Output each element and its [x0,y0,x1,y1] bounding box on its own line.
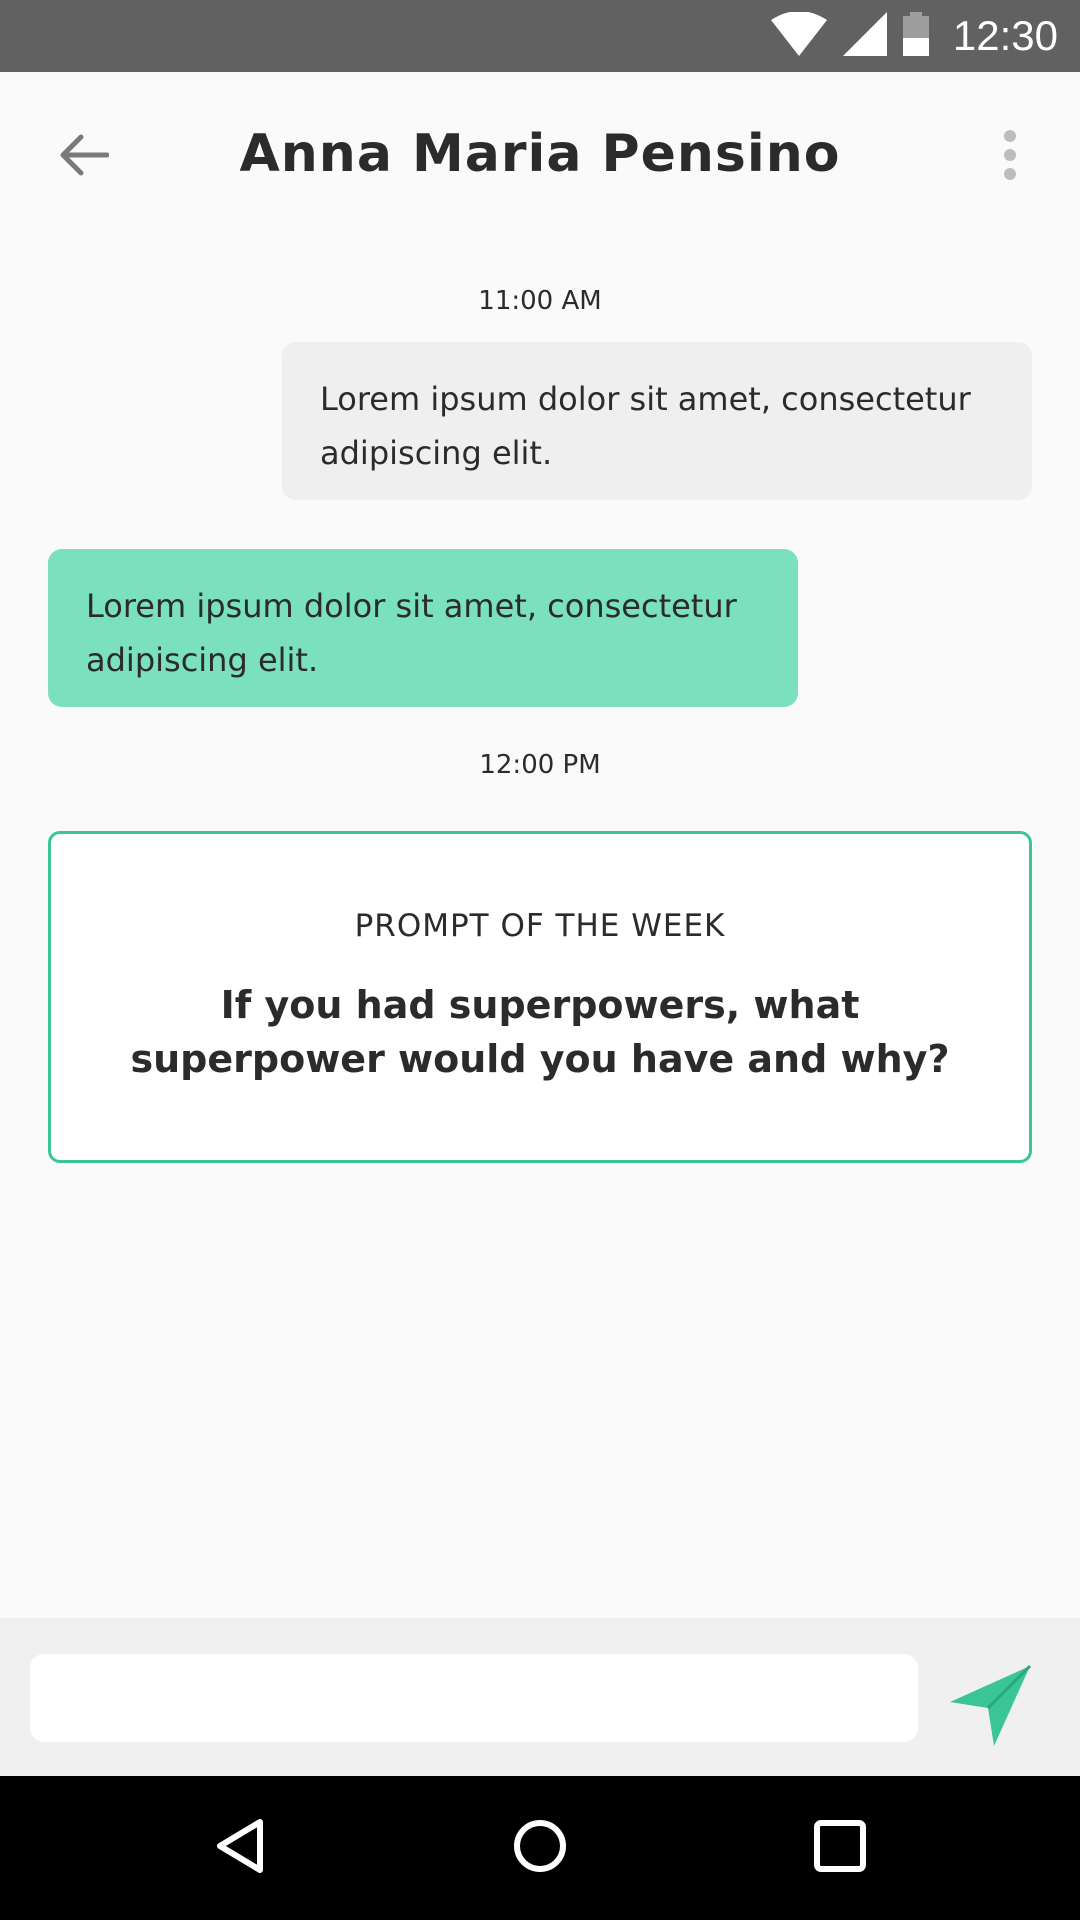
status-icons: 12:30 [770,0,1058,72]
arrow-left-icon [57,133,110,181]
incoming-message-bubble: Lorem ipsum dolor sit amet, consectetur … [48,549,798,707]
prompt-of-the-week-card[interactable]: PROMPT OF THE WEEK If you had superpower… [48,831,1032,1163]
message-input[interactable] [30,1654,918,1742]
conversation-title: Anna Maria Pensino [239,124,841,184]
toolbar: Anna Maria Pensino [0,72,1080,242]
wifi-icon [770,11,827,60]
prompt-label: PROMPT OF THE WEEK [354,908,726,944]
system-nav-bar [0,1776,1080,1920]
back-button[interactable] [48,122,118,192]
signal-icon [842,12,887,60]
prompt-question: If you had superpowers, what superpower … [130,983,950,1081]
nav-recents-button[interactable] [804,1812,876,1884]
status-bar: 12:30 [0,0,1080,72]
battery-icon [902,12,929,60]
home-circle-icon [512,1818,568,1878]
message-timestamp: 11:00 AM [478,286,602,316]
recents-square-icon [812,1818,868,1878]
more-vertical-icon [1002,129,1018,185]
message-timestamp: 12:00 PM [479,750,601,780]
nav-home-button[interactable] [504,1812,576,1884]
send-icon [948,1664,1032,1752]
message-composer [0,1618,1080,1776]
back-triangle-icon [212,1818,268,1878]
more-options-button[interactable] [980,122,1040,192]
status-time: 12:30 [952,12,1058,59]
outgoing-message-bubble: Lorem ipsum dolor sit amet, consectetur … [282,342,1032,500]
send-button[interactable] [948,1664,1032,1748]
nav-back-button[interactable] [204,1812,276,1884]
